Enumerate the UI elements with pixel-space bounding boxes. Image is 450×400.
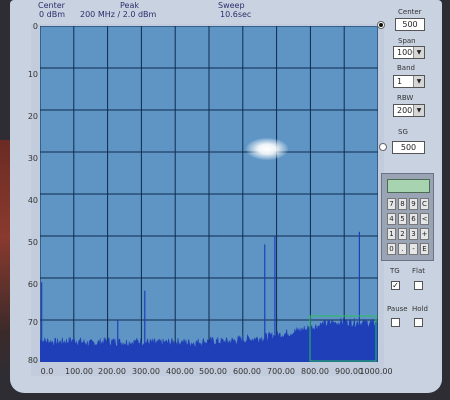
rbw-label: RBW (397, 94, 414, 102)
x-tick-label: 300.00 (132, 367, 160, 376)
x-tick-label: 800.00 (301, 367, 329, 376)
flat-checkbox[interactable] (414, 281, 423, 290)
keypad-key[interactable]: + (420, 228, 429, 240)
keypad-key[interactable]: 4 (387, 213, 396, 225)
tg-label: TG (390, 267, 400, 275)
keypad-key[interactable]: 2 (398, 228, 407, 240)
band-label: Band (397, 64, 415, 72)
keypad-key[interactable]: 9 (409, 198, 418, 210)
x-tick-label: 700.00 (267, 367, 295, 376)
sg-radio[interactable] (379, 143, 387, 151)
x-tick-label: 0.0 (40, 367, 54, 376)
numeric-keypad: 7 8 9 C 4 5 6 <1 2 3 +0. - E (381, 173, 434, 261)
keypad-key[interactable]: 7 (387, 198, 396, 210)
rbw-select[interactable]: 200 ▼ (393, 104, 425, 117)
chevron-down-icon: ▼ (413, 76, 424, 87)
band-select[interactable]: 1 ▼ (393, 75, 425, 88)
span-label: Span (398, 37, 416, 45)
y-tick-label: 10 (27, 70, 38, 79)
hold-checkbox[interactable] (414, 318, 423, 327)
x-tick-label: 600.00 (233, 367, 261, 376)
y-tick-label: 60 (27, 280, 38, 289)
y-tick-label: 80 (27, 356, 38, 365)
center-field[interactable]: 500 (395, 18, 425, 31)
spectrum-plot[interactable] (40, 26, 378, 362)
center-label: Center (398, 8, 422, 16)
band-select-value: 1 (397, 77, 403, 86)
y-tick-label: 0 (32, 22, 38, 31)
sweep-readout-label: Sweep (218, 1, 245, 10)
x-tick-label: 500.00 (199, 367, 227, 376)
keypad-display (387, 179, 430, 193)
plot-grid (40, 26, 378, 362)
hold-label: Hold (412, 305, 428, 313)
center-radio[interactable] (377, 21, 385, 29)
keypad-key[interactable]: < (420, 213, 429, 225)
keypad-key[interactable]: C (420, 198, 429, 210)
keypad-key[interactable]: 0 (387, 243, 396, 255)
analyzer-window: Center 0 dBm Peak 200 MHz / 2.0 dBm Swee… (10, 0, 442, 393)
keypad-key[interactable]: 8 (398, 198, 407, 210)
center-readout-label: Center (38, 1, 65, 10)
peak-readout-value: 200 MHz / 2.0 dBm (80, 10, 157, 19)
flat-label: Flat (412, 267, 426, 275)
sg-label: SG (398, 128, 408, 136)
keypad-key[interactable]: . (398, 243, 407, 255)
tg-checkbox[interactable]: ✓ (391, 281, 400, 290)
span-select[interactable]: 1000 ▼ (393, 46, 425, 59)
chevron-down-icon: ▼ (413, 105, 424, 116)
y-tick-label: 70 (27, 318, 38, 327)
rbw-select-value: 200 (397, 106, 413, 115)
pause-checkbox[interactable] (391, 318, 400, 327)
x-tick-label: 400.00 (166, 367, 194, 376)
x-tick-label: 200.00 (98, 367, 126, 376)
keypad-key[interactable]: 6 (409, 213, 418, 225)
keypad-key[interactable]: 5 (398, 213, 407, 225)
peak-readout-label: Peak (120, 1, 139, 10)
ref-level-readout: 0 dBm (39, 10, 65, 19)
keypad-key[interactable]: E (420, 243, 429, 255)
sg-field[interactable]: 500 (392, 141, 425, 154)
keypad-key[interactable]: 1 (387, 228, 396, 240)
y-tick-label: 20 (27, 112, 38, 121)
x-tick-label: 100.00 (65, 367, 93, 376)
y-tick-label: 50 (27, 238, 38, 247)
background-sticker (0, 140, 10, 380)
sweep-readout-value: 10.6sec (220, 10, 252, 19)
pause-label: Pause (387, 305, 408, 313)
check-icon: ✓ (392, 281, 399, 290)
y-tick-label: 30 (27, 154, 38, 163)
keypad-key[interactable]: - (409, 243, 418, 255)
x-tick-label: 1000.00 (359, 367, 393, 376)
chevron-down-icon: ▼ (413, 47, 424, 58)
keypad-key[interactable]: 3 (409, 228, 418, 240)
y-tick-label: 40 (27, 196, 38, 205)
